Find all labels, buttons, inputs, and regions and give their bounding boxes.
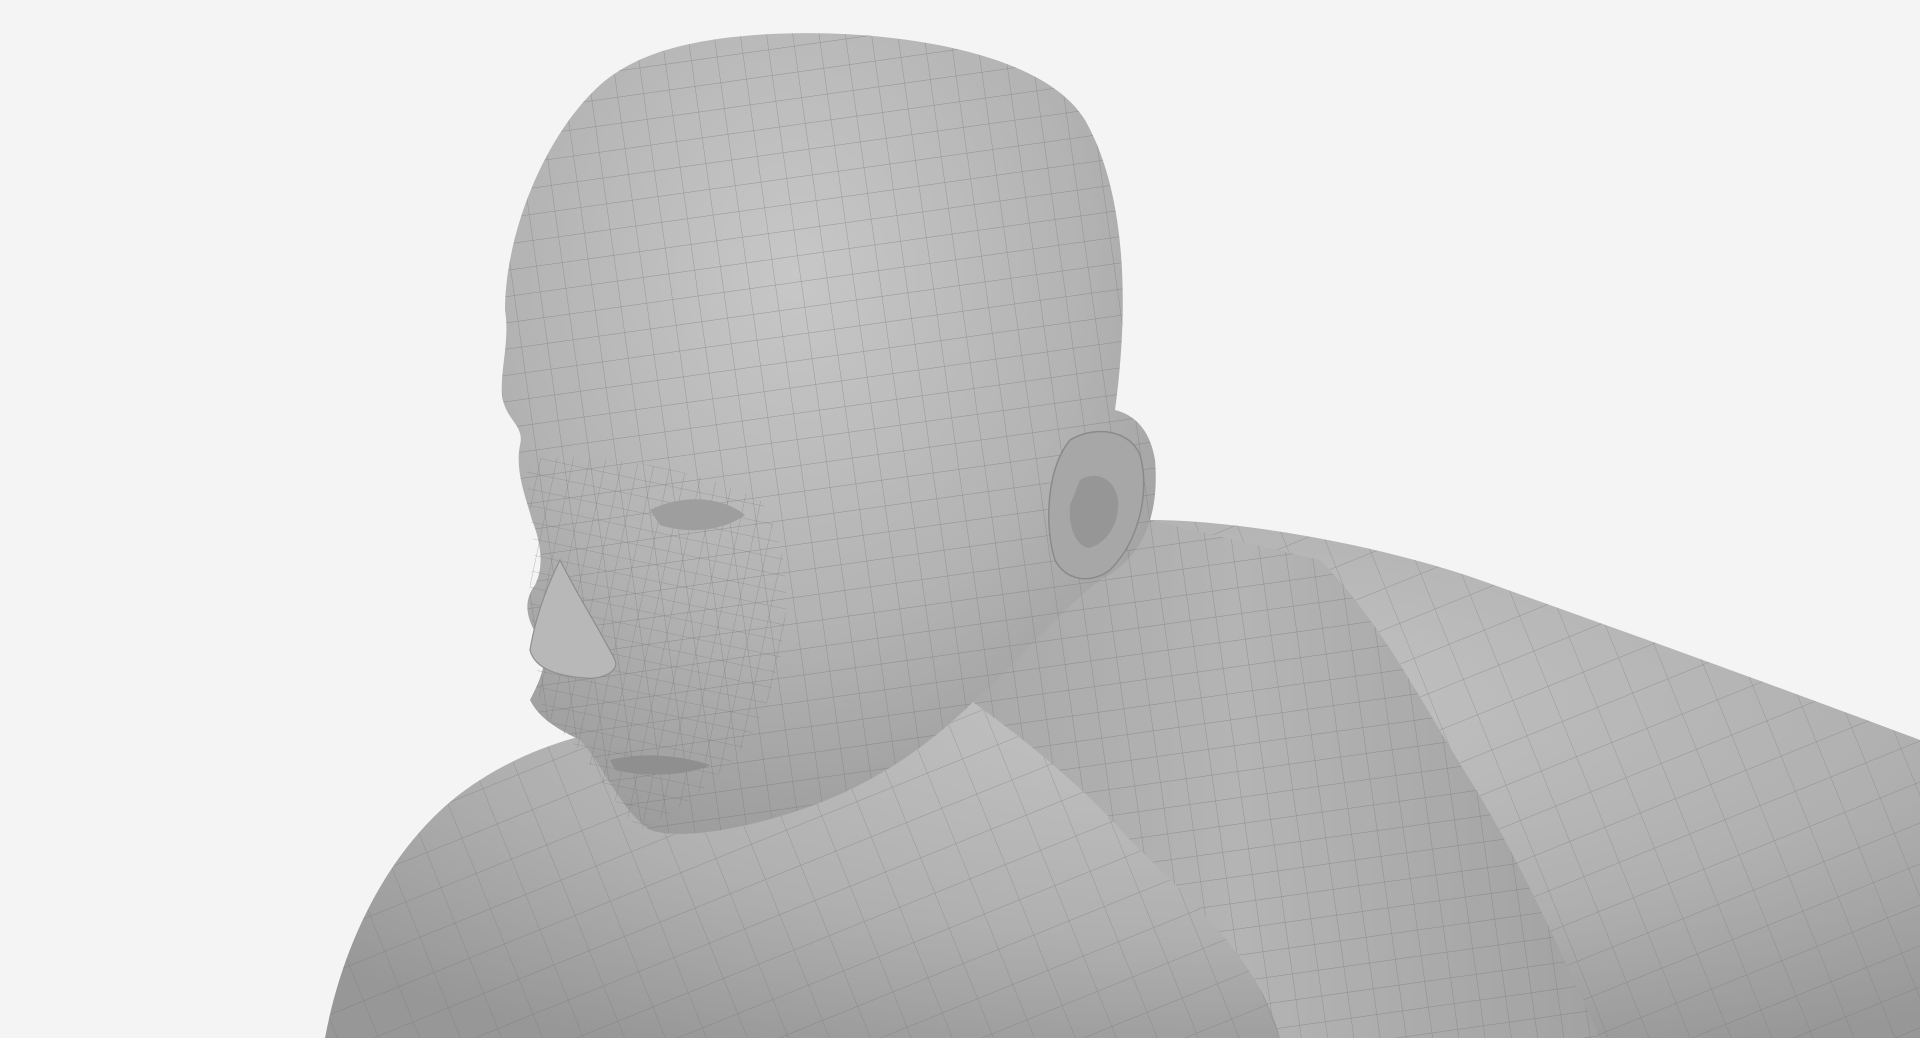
render-viewport [0, 0, 1920, 1038]
bust-render [325, 33, 1920, 1038]
